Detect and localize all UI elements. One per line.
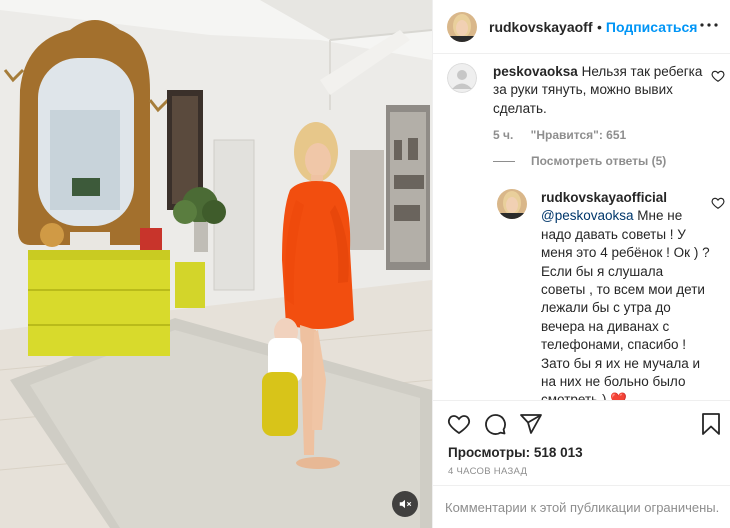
comment-item: peskovaoksa Нельзя так ребегка за руки т… — [447, 63, 709, 142]
more-options-button[interactable] — [697, 13, 721, 37]
view-replies-button[interactable]: Посмотреть ответы (5) — [493, 154, 666, 168]
view-replies-label: Посмотреть ответы (5) — [531, 154, 667, 168]
views-count[interactable]: Просмотры: 518 013 — [448, 445, 583, 460]
post-actions: Просмотры: 518 013 4 ЧАСОВ НАЗАД Коммент… — [433, 400, 730, 528]
comment-text: peskovaoksa Нельзя так ребегка за руки т… — [493, 63, 709, 118]
speaker-muted-icon — [399, 499, 412, 509]
comments-disabled-notice: Комментарии к этой публикации ограничены… — [433, 485, 730, 528]
comment-time[interactable]: 5 ч. — [493, 128, 513, 142]
comments-list: peskovaoksa Нельзя так ребегка за руки т… — [433, 55, 730, 400]
comment-icon[interactable] — [483, 412, 507, 436]
author-avatar[interactable] — [447, 11, 477, 42]
post-header: rudkovskayaoffic • Подписаться — [433, 0, 730, 54]
post-media[interactable] — [0, 0, 432, 528]
more-icon — [700, 23, 718, 27]
follow-button[interactable]: Подписаться — [606, 19, 698, 35]
reply-avatar[interactable] — [497, 189, 527, 219]
heart-emoji: ❤️ — [610, 392, 628, 400]
comment-meta: 5 ч. "Нравится": 651 — [493, 128, 709, 142]
share-icon[interactable] — [519, 412, 543, 436]
reply-content: Мне не надо давать советы ! У меня это 4… — [541, 208, 710, 400]
post-timestamp[interactable]: 4 ЧАСОВ НАЗАД — [448, 466, 527, 477]
action-icons — [447, 412, 555, 436]
post-panel: rudkovskayaoffic • Подписаться peskovaok… — [432, 0, 730, 528]
heart-icon[interactable] — [447, 412, 471, 436]
bookmark-icon[interactable] — [699, 412, 723, 436]
comment-username[interactable]: peskovaoksa — [493, 64, 578, 79]
mute-button[interactable] — [392, 491, 418, 517]
author-username[interactable]: rudkovskayaoffic — [489, 19, 593, 35]
comment-likes[interactable]: "Нравится": 651 — [531, 128, 627, 142]
video-frame — [0, 0, 432, 528]
reply-username[interactable]: rudkovskayaofficial — [541, 190, 667, 205]
reply-text: rudkovskayaofficial @peskovaoksa Мне не … — [541, 189, 711, 400]
reply-mention[interactable]: @peskovaoksa — [541, 208, 634, 223]
separator-dot: • — [597, 18, 602, 35]
reply-like-icon[interactable] — [711, 196, 725, 210]
reply-item: rudkovskayaofficial @peskovaoksa Мне не … — [497, 189, 713, 400]
comment-like-icon[interactable] — [711, 69, 725, 83]
replies-divider-line — [493, 160, 515, 162]
commenter-avatar[interactable] — [447, 63, 477, 93]
